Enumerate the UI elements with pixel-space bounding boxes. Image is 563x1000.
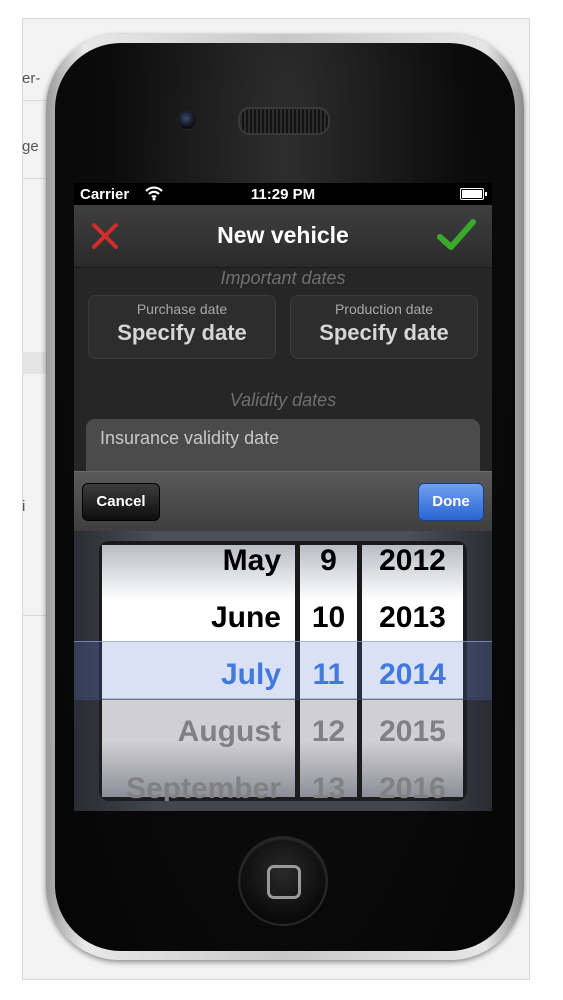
section-title-validity-dates: Validity dates <box>229 390 337 410</box>
home-square-icon <box>267 865 301 899</box>
purchase-date-label: Purchase date <box>136 301 228 317</box>
background-fragment: i <box>22 498 26 515</box>
year-row[interactable]: 2013 <box>362 589 463 646</box>
purchase-date-value: Specify date <box>117 320 247 345</box>
battery-icon <box>460 188 487 200</box>
date-picker[interactable]: May June July August September 9 10 11 1… <box>74 531 492 811</box>
month-row[interactable]: May <box>102 541 295 589</box>
picker-toolbar: Cancel Done <box>74 471 492 532</box>
background-fragment: ge <box>22 138 39 155</box>
picker-selection-indicator <box>74 641 492 700</box>
production-date-value: Specify date <box>319 320 449 345</box>
section-title-important-dates: Important dates <box>220 268 346 288</box>
month-row[interactable]: June <box>102 589 295 646</box>
year-row[interactable]: 2012 <box>362 541 463 589</box>
picker-cancel-button[interactable]: Cancel <box>82 483 160 521</box>
day-row[interactable]: 9 <box>300 541 357 589</box>
picker-lower-shade <box>74 698 492 811</box>
screen: Carrier 11:29 PM New vehicle Important d… <box>74 183 492 811</box>
background-fragment: er- <box>22 70 41 87</box>
speaker-grille <box>238 107 330 135</box>
production-date-button[interactable]: Production date Specify date <box>290 295 478 359</box>
purchase-date-button[interactable]: Purchase date Specify date <box>88 295 276 359</box>
insurance-validity-date-label: Insurance validity date <box>100 428 280 448</box>
status-bar: Carrier 11:29 PM <box>74 183 492 205</box>
navigation-bar: New vehicle <box>74 205 492 268</box>
production-date-label: Production date <box>334 301 434 317</box>
camera-icon <box>177 110 197 130</box>
picker-done-button[interactable]: Done <box>418 483 484 521</box>
checkmark-icon[interactable] <box>436 217 476 253</box>
page-title: New vehicle <box>217 222 349 248</box>
status-time: 11:29 PM <box>250 186 316 203</box>
day-row[interactable]: 10 <box>300 589 357 646</box>
background-block <box>22 352 48 374</box>
home-button[interactable] <box>238 836 328 926</box>
